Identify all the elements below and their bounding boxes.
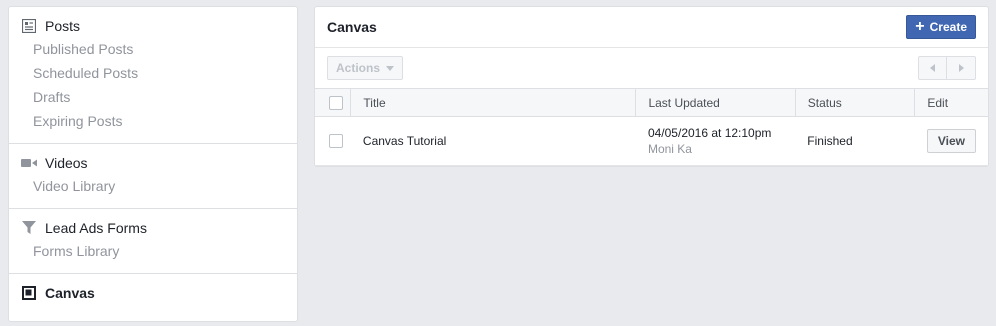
sidebar-section-posts: Posts Published Posts Scheduled Posts Dr… [9, 7, 297, 144]
chevron-right-icon [958, 64, 964, 72]
sidebar-item-published-posts[interactable]: Published Posts [9, 37, 297, 61]
view-button[interactable]: View [926, 129, 976, 153]
row-author: Moni Ka [647, 142, 692, 156]
row-last-updated: 04/05/2016 at 12:10pm Moni Ka [635, 116, 796, 166]
column-header-last-updated[interactable]: Last Updated [635, 88, 796, 117]
sidebar-header-label: Lead Ads Forms [45, 220, 147, 236]
sidebar-item-drafts[interactable]: Drafts [9, 85, 297, 109]
row-checkbox[interactable] [329, 134, 343, 149]
row-updated-date: 04/05/2016 at 12:10pm [647, 126, 772, 140]
sidebar-section-lead-ads-forms: Lead Ads Forms Forms Library [9, 209, 297, 274]
sidebar-section-canvas: Canvas [9, 274, 297, 314]
table-row: Canvas Tutorial 04/05/2016 at 12:10pm Mo… [315, 116, 988, 166]
row-status: Finished [795, 116, 915, 166]
sidebar: Posts Published Posts Scheduled Posts Dr… [8, 6, 298, 322]
sidebar-item-scheduled-posts[interactable]: Scheduled Posts [9, 61, 297, 85]
panel-header: Canvas + Create [315, 7, 988, 48]
sidebar-header-canvas[interactable]: Canvas [9, 282, 297, 304]
plus-icon: + [915, 18, 925, 35]
canvas-icon [21, 285, 37, 301]
chevron-down-icon [386, 65, 395, 71]
sidebar-item-expiring-posts[interactable]: Expiring Posts [9, 109, 297, 133]
actions-dropdown[interactable]: Actions [327, 56, 404, 80]
sidebar-item-video-library[interactable]: Video Library [9, 174, 297, 198]
canvas-table: Title Last Updated Status Edit Canvas Tu… [315, 88, 988, 166]
sidebar-header-posts[interactable]: Posts [9, 15, 297, 37]
column-header-title[interactable]: Title [350, 88, 637, 117]
column-header-status[interactable]: Status [795, 88, 916, 117]
sidebar-header-label: Videos [45, 155, 88, 171]
page-title: Canvas [327, 19, 377, 35]
posts-icon [21, 18, 37, 34]
funnel-icon [21, 220, 37, 236]
column-header-edit: Edit [914, 88, 988, 117]
chevron-left-icon [930, 64, 935, 72]
sidebar-header-videos[interactable]: Videos [9, 152, 297, 174]
sidebar-header-label: Posts [45, 18, 81, 34]
table-header-row: Title Last Updated Status Edit [315, 88, 988, 117]
row-select-cell [315, 116, 351, 166]
sidebar-header-label: Canvas [45, 285, 95, 301]
select-all-checkbox[interactable] [329, 95, 343, 110]
next-page-button[interactable] [947, 56, 976, 80]
canvas-panel: Canvas + Create Actions Title Last Updat… [314, 6, 989, 167]
sidebar-section-videos: Videos Video Library [9, 144, 297, 209]
row-edit-cell: View [914, 116, 988, 166]
actions-label: Actions [336, 61, 381, 75]
previous-page-button[interactable] [918, 56, 947, 80]
toolbar: Actions [315, 48, 988, 88]
row-title[interactable]: Canvas Tutorial [350, 116, 636, 166]
sidebar-item-forms-library[interactable]: Forms Library [9, 239, 297, 263]
create-button[interactable]: + Create [906, 15, 976, 39]
sidebar-header-lead-ads-forms[interactable]: Lead Ads Forms [9, 217, 297, 239]
pagination [918, 56, 976, 80]
select-all-cell [315, 88, 352, 117]
video-camera-icon [21, 155, 37, 171]
create-button-label: Create [929, 20, 967, 34]
